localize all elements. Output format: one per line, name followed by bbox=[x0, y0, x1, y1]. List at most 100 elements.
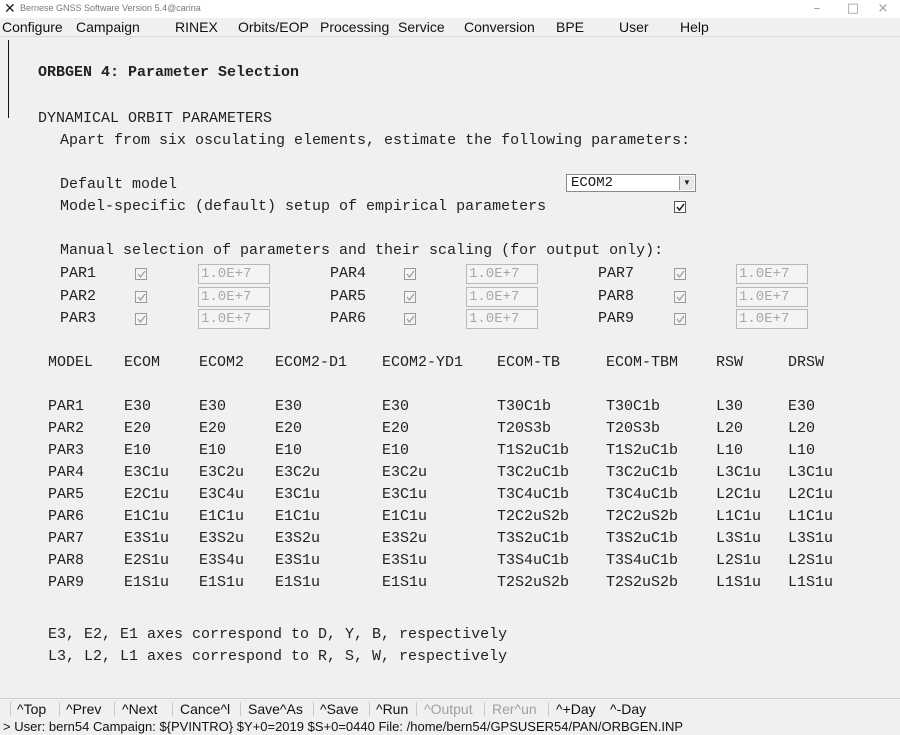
table-cell: T3S4uC1b bbox=[606, 552, 679, 569]
manual-param-scale-field[interactable]: 1.0E+7 bbox=[736, 287, 808, 307]
table-cell: L1C1u bbox=[716, 508, 762, 525]
manual-param-scale-field[interactable]: 1.0E+7 bbox=[736, 309, 808, 329]
status-text: > User: bern54 Campaign: ${PVINTRO} $Y+0… bbox=[3, 719, 684, 734]
manual-param-scale-field[interactable]: 1.0E+7 bbox=[198, 309, 270, 329]
table-cell: E20 bbox=[124, 420, 152, 437]
table-cell: T30C1b bbox=[497, 398, 552, 415]
section-title: DYNAMICAL ORBIT PARAMETERS bbox=[38, 110, 273, 127]
table-cell: E3C2u bbox=[382, 464, 428, 481]
menu-user[interactable]: User bbox=[619, 18, 649, 36]
table-cell: E3C2u bbox=[275, 464, 321, 481]
status-bar: > User: bern54 Campaign: ${PVINTRO} $Y+0… bbox=[0, 719, 900, 735]
table-cell: L3S1u bbox=[716, 530, 762, 547]
cancel-button[interactable]: Cance^l bbox=[180, 699, 230, 719]
table-cell: L1C1u bbox=[788, 508, 834, 525]
table-cell: PAR5 bbox=[48, 486, 85, 503]
run-button[interactable]: ^Run bbox=[376, 699, 408, 719]
table-cell: E1C1u bbox=[124, 508, 170, 525]
manual-param-scale-field[interactable]: 1.0E+7 bbox=[466, 287, 538, 307]
output-button[interactable]: ^Output bbox=[424, 699, 473, 719]
panel-heading: ORBGEN 4: Parameter Selection bbox=[38, 64, 300, 81]
manual-param-checkbox[interactable] bbox=[135, 313, 147, 325]
menu-configure[interactable]: Configure bbox=[2, 18, 63, 36]
manual-param-checkbox[interactable] bbox=[674, 268, 686, 280]
check-icon bbox=[406, 293, 415, 301]
menu-processing[interactable]: Processing bbox=[320, 18, 389, 36]
manual-param-scale-field[interactable]: 1.0E+7 bbox=[466, 309, 538, 329]
separator bbox=[548, 702, 549, 716]
manual-param-label: PAR3 bbox=[60, 310, 97, 327]
table-cell: L2S1u bbox=[716, 552, 762, 569]
check-icon bbox=[137, 270, 146, 278]
table-cell: PAR6 bbox=[48, 508, 85, 525]
menu-service[interactable]: Service bbox=[398, 18, 445, 36]
separator bbox=[369, 702, 370, 716]
manual-param-scale-field[interactable]: 1.0E+7 bbox=[466, 264, 538, 284]
manual-param-checkbox[interactable] bbox=[135, 268, 147, 280]
menu-help[interactable]: Help bbox=[680, 18, 709, 36]
table-cell: E3S1u bbox=[124, 530, 170, 547]
title-bar: ✕ Bernese GNSS Software Version 5.4@cari… bbox=[0, 0, 900, 18]
manual-param-label: PAR5 bbox=[330, 288, 367, 305]
table-cell: T1S2uC1b bbox=[497, 442, 570, 459]
manual-param-label: PAR1 bbox=[60, 265, 97, 282]
save-as-button[interactable]: Save^As bbox=[248, 699, 303, 719]
manual-param-checkbox[interactable] bbox=[135, 291, 147, 303]
close-button[interactable]: × bbox=[866, 0, 900, 18]
check-icon bbox=[406, 270, 415, 278]
table-cell: L20 bbox=[788, 420, 816, 437]
manual-param-checkbox[interactable] bbox=[404, 268, 416, 280]
separator bbox=[59, 702, 60, 716]
table-cell: E20 bbox=[382, 420, 410, 437]
separator bbox=[313, 702, 314, 716]
menu-conversion[interactable]: Conversion bbox=[464, 18, 535, 36]
table-cell: L10 bbox=[788, 442, 816, 459]
table-cell: E1S1u bbox=[199, 574, 245, 591]
maximize-button[interactable]: □ bbox=[836, 0, 870, 18]
prev-button[interactable]: ^Prev bbox=[66, 699, 101, 719]
table-cell: T3S2uC1b bbox=[497, 530, 570, 547]
rerun-button[interactable]: Rer^un bbox=[492, 699, 537, 719]
next-button[interactable]: ^Next bbox=[122, 699, 157, 719]
table-cell: T3C4uC1b bbox=[497, 486, 570, 503]
menu-bpe[interactable]: BPE bbox=[556, 18, 584, 36]
model-specific-checkbox[interactable] bbox=[674, 201, 686, 213]
menu-campaign[interactable]: Campaign bbox=[76, 18, 140, 36]
button-bar: ^Top ^Prev ^Next Cance^l Save^As ^Save ^… bbox=[0, 698, 900, 719]
table-cell: E3S1u bbox=[275, 552, 321, 569]
table-cell: T3C2uC1b bbox=[497, 464, 570, 481]
table-cell: T2C2uS2b bbox=[497, 508, 570, 525]
manual-param-scale-field[interactable]: 1.0E+7 bbox=[736, 264, 808, 284]
plus-day-button[interactable]: ^+Day bbox=[556, 699, 596, 719]
separator bbox=[172, 702, 173, 716]
check-icon bbox=[676, 270, 685, 278]
chevron-down-icon[interactable]: ▼ bbox=[679, 176, 694, 190]
separator bbox=[240, 702, 241, 716]
minimize-button[interactable]: – bbox=[800, 0, 834, 18]
menu-orbits-eop[interactable]: Orbits/EOP bbox=[238, 18, 309, 36]
save-button[interactable]: ^Save bbox=[320, 699, 358, 719]
table-cell: L30 bbox=[716, 398, 744, 415]
manual-param-label: PAR4 bbox=[330, 265, 367, 282]
default-model-label: Default model bbox=[60, 176, 178, 193]
menu-rinex[interactable]: RINEX bbox=[175, 18, 218, 36]
table-cell: E3C2u bbox=[199, 464, 245, 481]
table-cell: E10 bbox=[124, 442, 152, 459]
manual-param-scale-field[interactable]: 1.0E+7 bbox=[198, 264, 270, 284]
top-button[interactable]: ^Top bbox=[17, 699, 46, 719]
manual-param-scale-field[interactable]: 1.0E+7 bbox=[198, 287, 270, 307]
minus-day-button[interactable]: ^-Day bbox=[610, 699, 646, 719]
manual-param-label: PAR2 bbox=[60, 288, 97, 305]
manual-param-checkbox[interactable] bbox=[674, 291, 686, 303]
manual-param-checkbox[interactable] bbox=[404, 313, 416, 325]
window-title: Bernese GNSS Software Version 5.4@carina bbox=[20, 3, 201, 13]
check-icon bbox=[676, 315, 685, 323]
table-cell: PAR3 bbox=[48, 442, 85, 459]
manual-param-label: PAR7 bbox=[598, 265, 635, 282]
table-header: ECOM2-YD1 bbox=[382, 354, 464, 371]
table-cell: E2C1u bbox=[124, 486, 170, 503]
check-icon bbox=[137, 315, 146, 323]
manual-param-checkbox[interactable] bbox=[674, 313, 686, 325]
manual-param-checkbox[interactable] bbox=[404, 291, 416, 303]
default-model-select[interactable]: ECOM2 ▼ bbox=[566, 174, 696, 192]
